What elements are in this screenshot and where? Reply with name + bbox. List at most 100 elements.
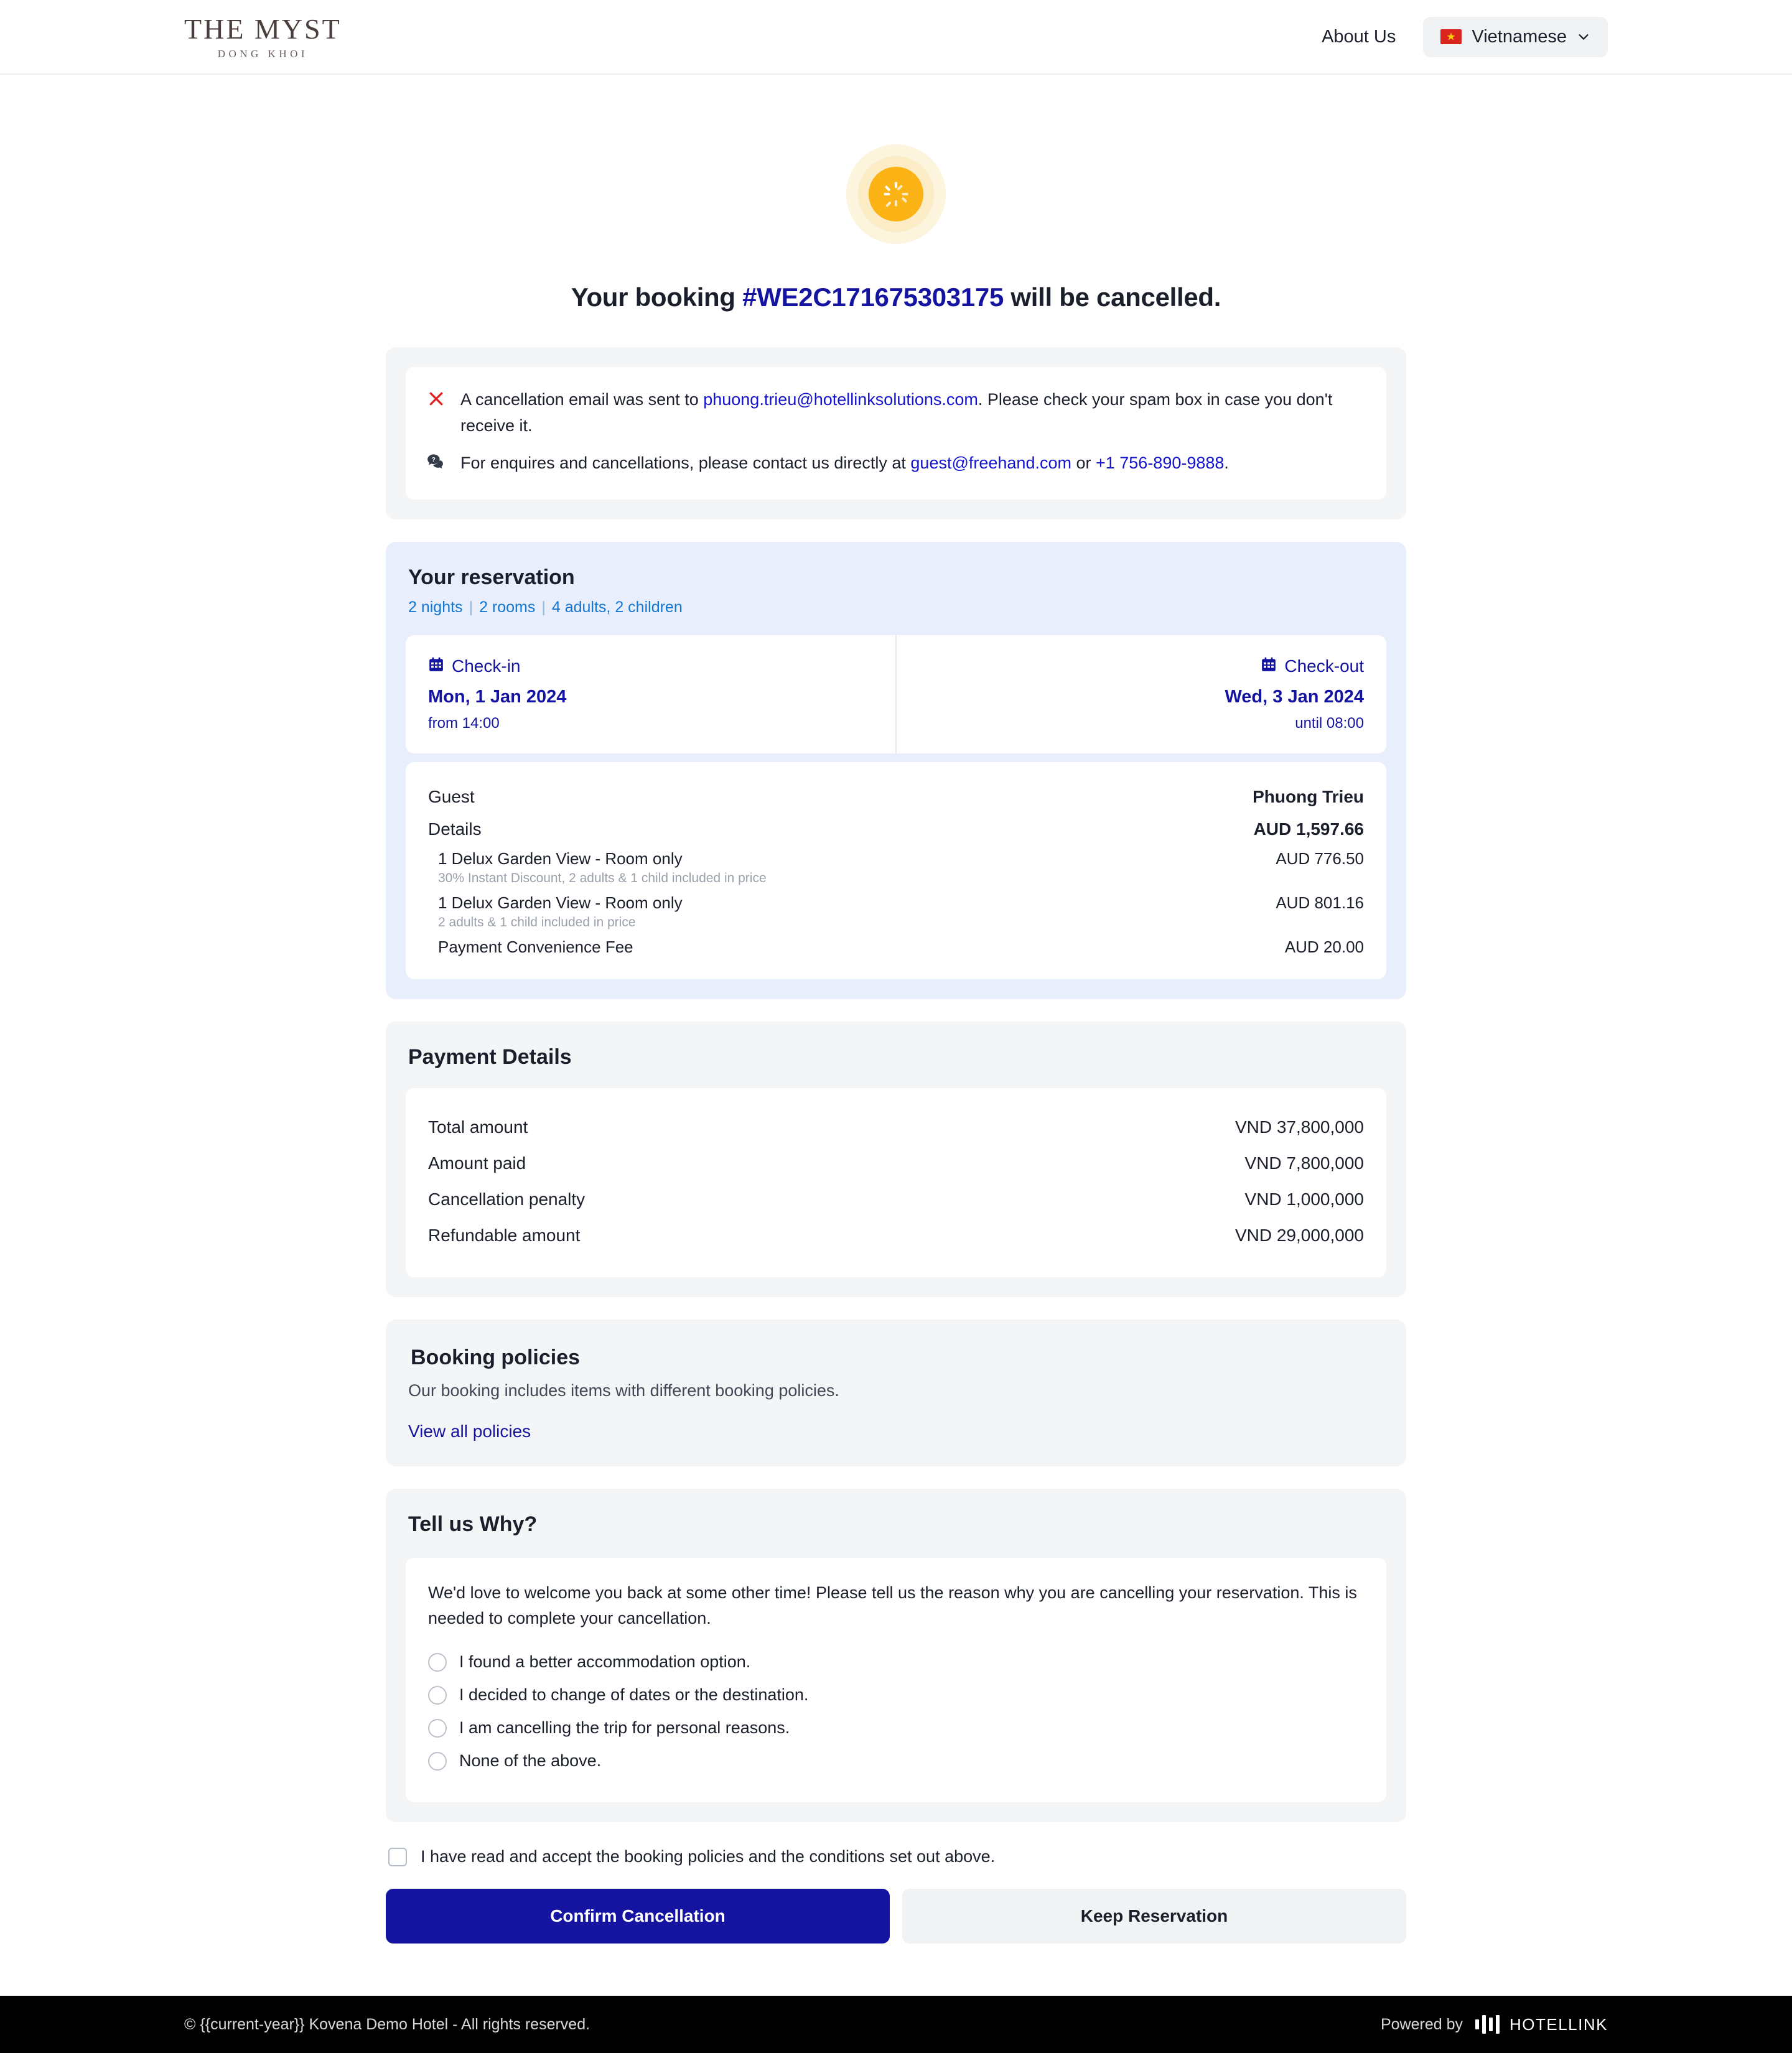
line-item-note: 30% Instant Discount, 2 adults & 1 child… bbox=[438, 870, 767, 885]
contact-notice-or: or bbox=[1071, 453, 1096, 472]
table-row: 1 Delux Garden View - Room only AUD 801.… bbox=[428, 890, 1364, 914]
page-main: Your booking #WE2C171675303175 will be c… bbox=[0, 144, 1792, 1968]
reason-option-label: I am cancelling the trip for personal re… bbox=[459, 1718, 790, 1738]
radio-button-icon[interactable] bbox=[428, 1652, 447, 1672]
site-header: THE MYST DONG KHOI About Us Vietnamese bbox=[0, 0, 1792, 75]
calendar-icon bbox=[428, 656, 444, 677]
table-row: Total amount VND 37,800,000 bbox=[428, 1109, 1364, 1145]
guest-email-link[interactable]: phuong.trieu@hotellinksolutions.com bbox=[703, 390, 978, 409]
line-item-note: 2 adults & 1 child included in price bbox=[438, 915, 636, 929]
table-row: 1 Delux Garden View - Room only AUD 776.… bbox=[428, 845, 1364, 870]
radio-button-icon[interactable] bbox=[428, 1751, 447, 1771]
checkin-block: Check-in Mon, 1 Jan 2024 from 14:00 bbox=[406, 635, 895, 753]
table-row: Cancellation penalty VND 1,000,000 bbox=[428, 1181, 1364, 1217]
guest-label: Guest bbox=[428, 786, 475, 806]
details-total-row: Details AUD 1,597.66 bbox=[428, 813, 1364, 845]
headline-prefix: Your booking bbox=[571, 282, 743, 312]
table-row: Payment Convenience Fee AUD 20.00 bbox=[428, 934, 1364, 958]
reason-option-label: None of the above. bbox=[459, 1751, 602, 1771]
hotellink-wordmark: HOTELLINK bbox=[1510, 2014, 1608, 2034]
booking-policies-title: Booking policies bbox=[411, 1345, 581, 1369]
guest-row: Guest Phuong Trieu bbox=[428, 781, 1364, 813]
reservation-title: Your reservation bbox=[408, 565, 575, 589]
cancellation-reason-card: We'd love to welcome you back at some ot… bbox=[406, 1557, 1386, 1803]
reason-option-none-of-above[interactable]: None of the above. bbox=[428, 1744, 1364, 1777]
headline-suffix: will be cancelled. bbox=[1004, 282, 1221, 312]
rooms-count: 2 rooms bbox=[479, 598, 536, 616]
checkin-date: Mon, 1 Jan 2024 bbox=[428, 686, 567, 707]
x-mark-icon bbox=[427, 387, 448, 439]
powered-by-area: Powered by HOTELLINK bbox=[1381, 2015, 1608, 2034]
calendar-icon bbox=[1261, 656, 1277, 677]
checkout-date: Wed, 3 Jan 2024 bbox=[1225, 686, 1364, 707]
about-us-link[interactable]: About Us bbox=[1322, 27, 1396, 47]
total-amount-label: Total amount bbox=[428, 1117, 528, 1137]
table-row: Refundable amount VND 29,000,000 bbox=[428, 1217, 1364, 1254]
payment-details-section: Payment Details Total amount VND 37,800,… bbox=[386, 1021, 1406, 1297]
checkin-label: Check-in bbox=[452, 656, 521, 676]
chat-question-icon: ? bbox=[427, 450, 448, 480]
powered-by-label: Powered by bbox=[1380, 2015, 1463, 2033]
reservation-summary: 2 nights | 2 rooms | 4 adults, 2 children bbox=[406, 598, 1386, 617]
page-title: Your booking #WE2C171675303175 will be c… bbox=[0, 282, 1792, 312]
vietnam-flag-icon bbox=[1440, 29, 1462, 44]
status-ring-outer bbox=[846, 144, 946, 244]
cancellation-penalty-value: VND 1,000,000 bbox=[1244, 1189, 1364, 1209]
table-row: Amount paid VND 7,800,000 bbox=[428, 1145, 1364, 1181]
line-item-price: AUD 801.16 bbox=[1276, 893, 1364, 912]
refundable-amount-label: Refundable amount bbox=[428, 1225, 581, 1245]
booking-policies-section: Booking policies Our booking includes it… bbox=[386, 1319, 1406, 1466]
svg-text:?: ? bbox=[432, 457, 436, 463]
checkout-time: until 08:00 bbox=[1295, 714, 1364, 732]
contact-notice-end: . bbox=[1224, 453, 1229, 472]
checkin-time: from 14:00 bbox=[428, 714, 500, 732]
details-label: Details bbox=[428, 819, 482, 839]
hotel-email-link[interactable]: guest@freehand.com bbox=[910, 454, 1071, 472]
language-label: Vietnamese bbox=[1472, 26, 1567, 47]
amount-paid-label: Amount paid bbox=[428, 1153, 526, 1173]
spinner-icon bbox=[869, 167, 923, 221]
hotel-logo[interactable]: THE MYST DONG KHOI bbox=[184, 12, 342, 60]
reason-option-change-dates[interactable]: I decided to change of dates or the dest… bbox=[428, 1678, 1364, 1711]
checkout-label: Check-out bbox=[1284, 656, 1364, 676]
refundable-amount-value: VND 29,000,000 bbox=[1234, 1225, 1364, 1245]
reservation-section: Your reservation 2 nights | 2 rooms | 4 adul… bbox=[386, 541, 1406, 999]
reason-option-personal-reasons[interactable]: I am cancelling the trip for personal re… bbox=[428, 1711, 1364, 1744]
accept-policies-checkbox[interactable] bbox=[388, 1847, 407, 1866]
contact-notice-row: ? For enquires and cancellations, please… bbox=[427, 450, 1365, 480]
cancellation-reason-options: I found a better accommodation option. I… bbox=[428, 1646, 1364, 1777]
radio-button-icon[interactable] bbox=[428, 1685, 447, 1705]
status-icon-area bbox=[0, 144, 1792, 244]
payment-details-title: Payment Details bbox=[408, 1045, 572, 1069]
cancellation-reason-section: Tell us Why? We'd love to welcome you ba… bbox=[386, 1488, 1406, 1823]
accept-policies-row[interactable]: I have read and accept the booking polic… bbox=[386, 1847, 1406, 1866]
chevron-down-icon bbox=[1577, 30, 1590, 44]
confirm-cancellation-button[interactable]: Confirm Cancellation bbox=[386, 1889, 890, 1944]
view-all-policies-link[interactable]: View all policies bbox=[408, 1422, 531, 1441]
reason-option-better-accommodation[interactable]: I found a better accommodation option. bbox=[428, 1646, 1364, 1678]
radio-button-icon[interactable] bbox=[428, 1718, 447, 1738]
line-item-name: Payment Convenience Fee bbox=[438, 937, 633, 956]
keep-reservation-button[interactable]: Keep Reservation bbox=[902, 1889, 1406, 1944]
occupancy-count: 4 adults, 2 children bbox=[551, 598, 683, 616]
logo-secondary-text: DONG KHOI bbox=[217, 47, 309, 60]
line-item-price: AUD 776.50 bbox=[1276, 849, 1364, 868]
line-item-name: 1 Delux Garden View - Room only bbox=[438, 893, 683, 912]
summary-divider-2: | bbox=[541, 598, 546, 616]
line-item-name: 1 Delux Garden View - Room only bbox=[438, 849, 683, 868]
summary-divider-1: | bbox=[469, 598, 474, 616]
site-footer: © {{current-year}} Kovena Demo Hotel - A… bbox=[0, 1996, 1792, 2053]
reason-option-label: I decided to change of dates or the dest… bbox=[459, 1685, 809, 1705]
checkin-header: Check-in bbox=[428, 656, 873, 677]
booking-code: #WE2C171675303175 bbox=[742, 282, 1004, 312]
hotellink-logo: HOTELLINK bbox=[1475, 2015, 1608, 2034]
language-selector[interactable]: Vietnamese bbox=[1423, 16, 1608, 57]
contact-notice-text: For enquires and cancellations, please c… bbox=[460, 450, 1229, 480]
contact-notice-part1: For enquires and cancellations, please c… bbox=[460, 453, 911, 472]
payment-details-card: Total amount VND 37,800,000 Amount paid … bbox=[406, 1087, 1386, 1277]
accept-policies-label: I have read and accept the booking polic… bbox=[421, 1847, 996, 1866]
content-container: A cancellation email was sent to phuong.… bbox=[386, 347, 1406, 1944]
hotel-phone-link[interactable]: +1 756-890-9888 bbox=[1096, 454, 1224, 472]
logo-primary-text: THE MYST bbox=[184, 12, 342, 45]
status-ring-middle bbox=[858, 156, 934, 232]
